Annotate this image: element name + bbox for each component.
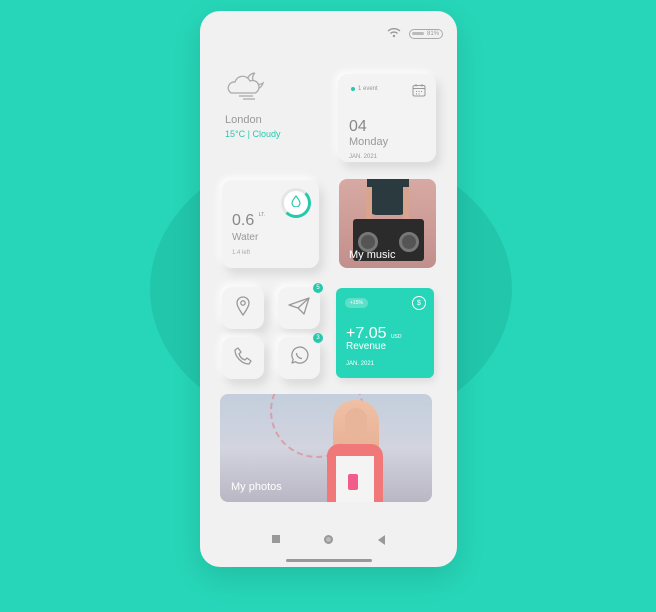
wifi-icon xyxy=(387,25,401,43)
revenue-label: Revenue xyxy=(346,341,387,352)
calendar-weekday: Monday xyxy=(349,136,389,148)
home-indicator[interactable] xyxy=(286,559,372,562)
whatsapp-shortcut[interactable]: 3 xyxy=(278,333,323,379)
battery-text: 81% xyxy=(426,31,439,37)
water-remaining: 1.4 left xyxy=(232,250,251,256)
music-photo-arm-left xyxy=(366,187,372,221)
music-widget[interactable]: My music xyxy=(339,179,436,268)
calendar-icon xyxy=(412,83,426,102)
water-widget[interactable]: 0.6 LT. Water 1.4 left xyxy=(222,180,319,268)
status-bar: 81% xyxy=(387,25,443,43)
calendar-month-year: JAN. 2021 xyxy=(349,154,378,160)
water-drop-icon xyxy=(291,194,301,212)
recents-icon[interactable] xyxy=(272,535,281,543)
phone-shortcut[interactable] xyxy=(222,337,264,379)
battery-fill xyxy=(412,32,424,35)
whatsapp-icon xyxy=(289,345,309,371)
calendar-day-number: 04 xyxy=(349,118,367,135)
photos-widget[interactable]: My photos xyxy=(220,394,432,502)
revenue-amount: +7.05 xyxy=(346,325,387,342)
music-label: My music xyxy=(349,249,396,261)
music-photo-arm-right xyxy=(403,187,409,221)
whatsapp-badge: 3 xyxy=(313,333,323,343)
weather-conditions: 15°C | Cloudy xyxy=(225,129,325,139)
home-icon[interactable] xyxy=(324,535,334,544)
dollar-icon: $ xyxy=(412,296,426,310)
water-unit: LT. xyxy=(258,212,266,218)
water-value-number: 0.6 xyxy=(232,212,255,229)
location-pin-icon xyxy=(235,295,251,321)
event-count-text: 1 event xyxy=(358,86,378,92)
revenue-widget[interactable]: +15% $ +7.05 USD Revenue JAN. 2021 xyxy=(336,288,434,378)
telegram-shortcut[interactable]: 5 xyxy=(278,283,323,329)
revenue-date: JAN. 2021 xyxy=(346,361,375,367)
battery-indicator: 81% xyxy=(409,29,443,39)
water-progress-ring xyxy=(281,188,311,218)
paper-plane-icon xyxy=(288,296,310,320)
cloud-moon-icon xyxy=(225,72,267,107)
photo-person-face xyxy=(345,408,367,436)
location-shortcut[interactable] xyxy=(222,287,264,329)
weather-temp: 15°C xyxy=(225,129,246,139)
calendar-widget[interactable]: 1 event 04 Monday JAN. 2021 xyxy=(338,74,436,162)
phone-frame: 81% London 15°C | Cloudy 1 event 04 Mond… xyxy=(200,11,457,567)
photos-label: My photos xyxy=(231,481,282,493)
boombox-speaker-right xyxy=(399,232,419,252)
telegram-badge: 5 xyxy=(313,283,323,293)
water-label: Water xyxy=(232,232,259,243)
weather-condition: Cloudy xyxy=(252,129,281,139)
back-icon[interactable] xyxy=(377,535,385,545)
event-dot xyxy=(351,87,355,91)
weather-city: London xyxy=(225,114,262,126)
phone-icon xyxy=(234,346,252,370)
weather-widget[interactable]: London 15°C | Cloudy xyxy=(225,69,325,139)
photo-person-cup xyxy=(348,474,358,490)
event-count: 1 event xyxy=(351,86,378,92)
revenue-unit: USD xyxy=(390,334,402,340)
navigation-bar xyxy=(200,535,457,545)
revenue-change-badge: +15% xyxy=(345,298,368,308)
weather-separator: | xyxy=(247,129,250,139)
water-value: 0.6 LT. xyxy=(232,212,265,230)
